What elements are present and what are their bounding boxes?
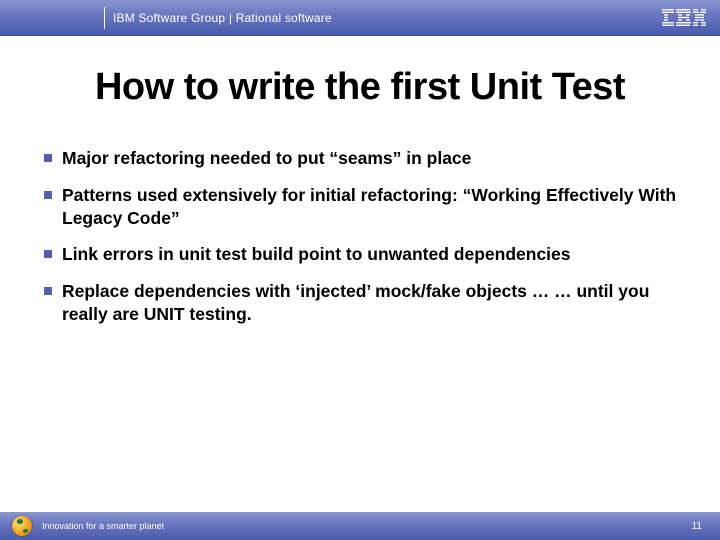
bullet-item: Link errors in unit test build point to … [44,243,690,266]
ibm-logo-icon [662,9,706,27]
bullet-item: Replace dependencies with ‘injected’ moc… [44,280,690,326]
bullet-square-icon [44,287,52,295]
bullet-square-icon [44,191,52,199]
slide-header: IBM Software Group | Rational software [0,0,720,36]
globe-icon [12,516,32,536]
bullet-square-icon [44,154,52,162]
bullet-square-icon [44,250,52,258]
footer-tagline: Innovation for a smarter planet [42,521,164,531]
bullet-text: Replace dependencies with ‘injected’ moc… [62,280,690,326]
slide-content: Major refactoring needed to put “seams” … [0,109,720,326]
bullet-text: Link errors in unit test build point to … [62,243,571,266]
bullet-item: Major refactoring needed to put “seams” … [44,147,690,170]
slide-footer: Innovation for a smarter planet 11 [0,512,720,540]
slide-title: How to write the first Unit Test [0,66,720,109]
bullet-text: Major refactoring needed to put “seams” … [62,147,471,170]
bullet-text: Patterns used extensively for initial re… [62,184,690,230]
header-divider [104,7,105,29]
page-number: 11 [692,521,702,532]
header-group-text: IBM Software Group | Rational software [113,11,332,25]
bullet-item: Patterns used extensively for initial re… [44,184,690,230]
